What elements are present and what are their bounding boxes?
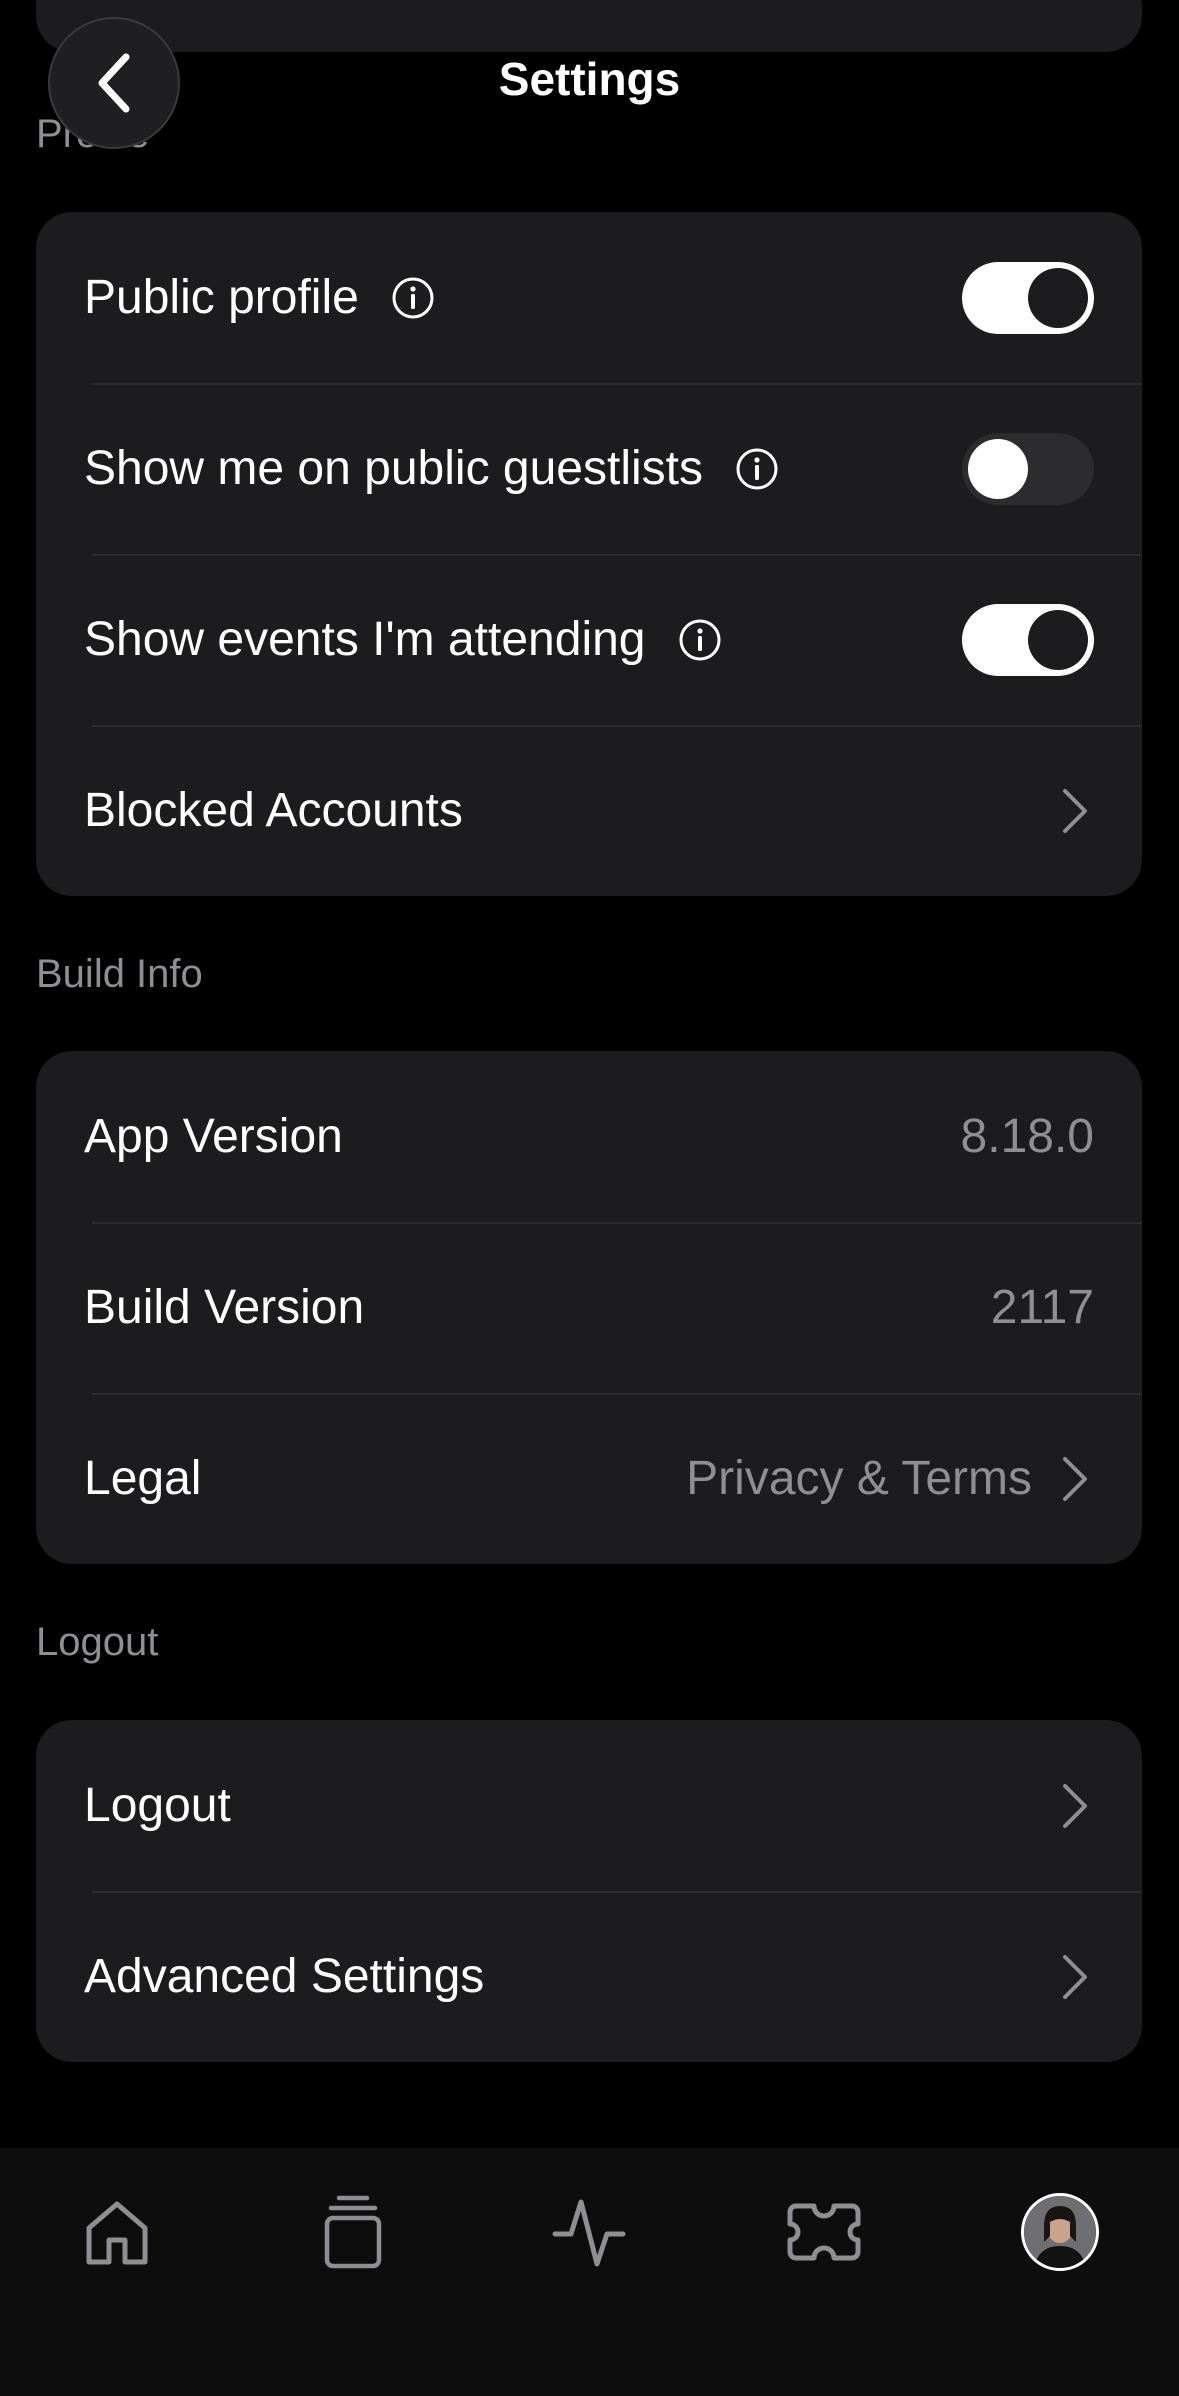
build-version-row: Build Version 2117 [36, 1222, 1142, 1393]
toggle-knob [1028, 609, 1088, 670]
events-attending-row: Show events I'm attending [36, 554, 1142, 725]
build-version-label: Build Version [84, 1281, 365, 1334]
toggle-knob [968, 438, 1028, 499]
public-profile-label: Public profile [84, 271, 359, 324]
page-title: Settings [498, 53, 681, 105]
info-icon[interactable] [678, 618, 722, 662]
info-icon[interactable] [735, 447, 779, 491]
section-label-logout: Logout [36, 1620, 159, 1664]
blocked-accounts-row[interactable]: Blocked Accounts [36, 725, 1142, 896]
advanced-settings-row[interactable]: Advanced Settings [36, 1891, 1142, 2062]
tab-home[interactable] [67, 2182, 167, 2282]
profile-avatar [1021, 2193, 1099, 2271]
legal-value: Privacy & Terms [686, 1452, 1032, 1505]
info-icon[interactable] [391, 276, 435, 320]
legal-label: Legal [84, 1452, 202, 1505]
chevron-right-icon [1054, 1952, 1094, 2002]
toggle-knob [1028, 267, 1088, 328]
ticket-icon [786, 2200, 862, 2264]
public-guestlists-label: Show me on public guestlists [84, 442, 703, 495]
app-version-value: 8.18.0 [960, 1110, 1094, 1163]
public-guestlists-row: Show me on public guestlists [36, 383, 1142, 554]
app-version-label: App Version [84, 1110, 343, 1163]
legal-row[interactable]: Legal Privacy & Terms [36, 1393, 1142, 1564]
build-version-value: 2117 [990, 1281, 1094, 1334]
events-attending-label: Show events I'm attending [84, 613, 646, 666]
stack-icon [321, 2194, 385, 2270]
tab-profile[interactable] [1010, 2182, 1110, 2282]
chevron-right-icon [1054, 786, 1094, 836]
logout-card: Logout Advanced Settings [36, 1720, 1142, 2062]
home-icon [81, 2196, 153, 2268]
public-profile-toggle[interactable] [962, 261, 1094, 334]
navigation-header: Settings [0, 0, 1179, 160]
activity-icon [551, 2194, 627, 2270]
section-label-build-info: Build Info [36, 952, 203, 996]
chevron-right-icon [1054, 1781, 1094, 1831]
chevron-right-icon [1054, 1454, 1094, 1504]
logout-label: Logout [84, 1779, 231, 1832]
events-attending-toggle[interactable] [962, 603, 1094, 676]
profile-settings-card: Public profile Show me on public guestli… [36, 212, 1142, 896]
advanced-settings-label: Advanced Settings [84, 1950, 485, 2003]
blocked-accounts-label: Blocked Accounts [84, 784, 463, 837]
tab-tickets[interactable] [774, 2182, 874, 2282]
public-guestlists-toggle[interactable] [962, 432, 1094, 505]
tab-activity[interactable] [539, 2182, 639, 2282]
tab-stack[interactable] [303, 2182, 403, 2282]
bottom-tab-bar [0, 2148, 1179, 2396]
build-info-card: App Version 8.18.0 Build Version 2117 Le… [36, 1051, 1142, 1564]
app-version-row: App Version 8.18.0 [36, 1051, 1142, 1222]
public-profile-row: Public profile [36, 212, 1142, 383]
logout-row[interactable]: Logout [36, 1720, 1142, 1891]
